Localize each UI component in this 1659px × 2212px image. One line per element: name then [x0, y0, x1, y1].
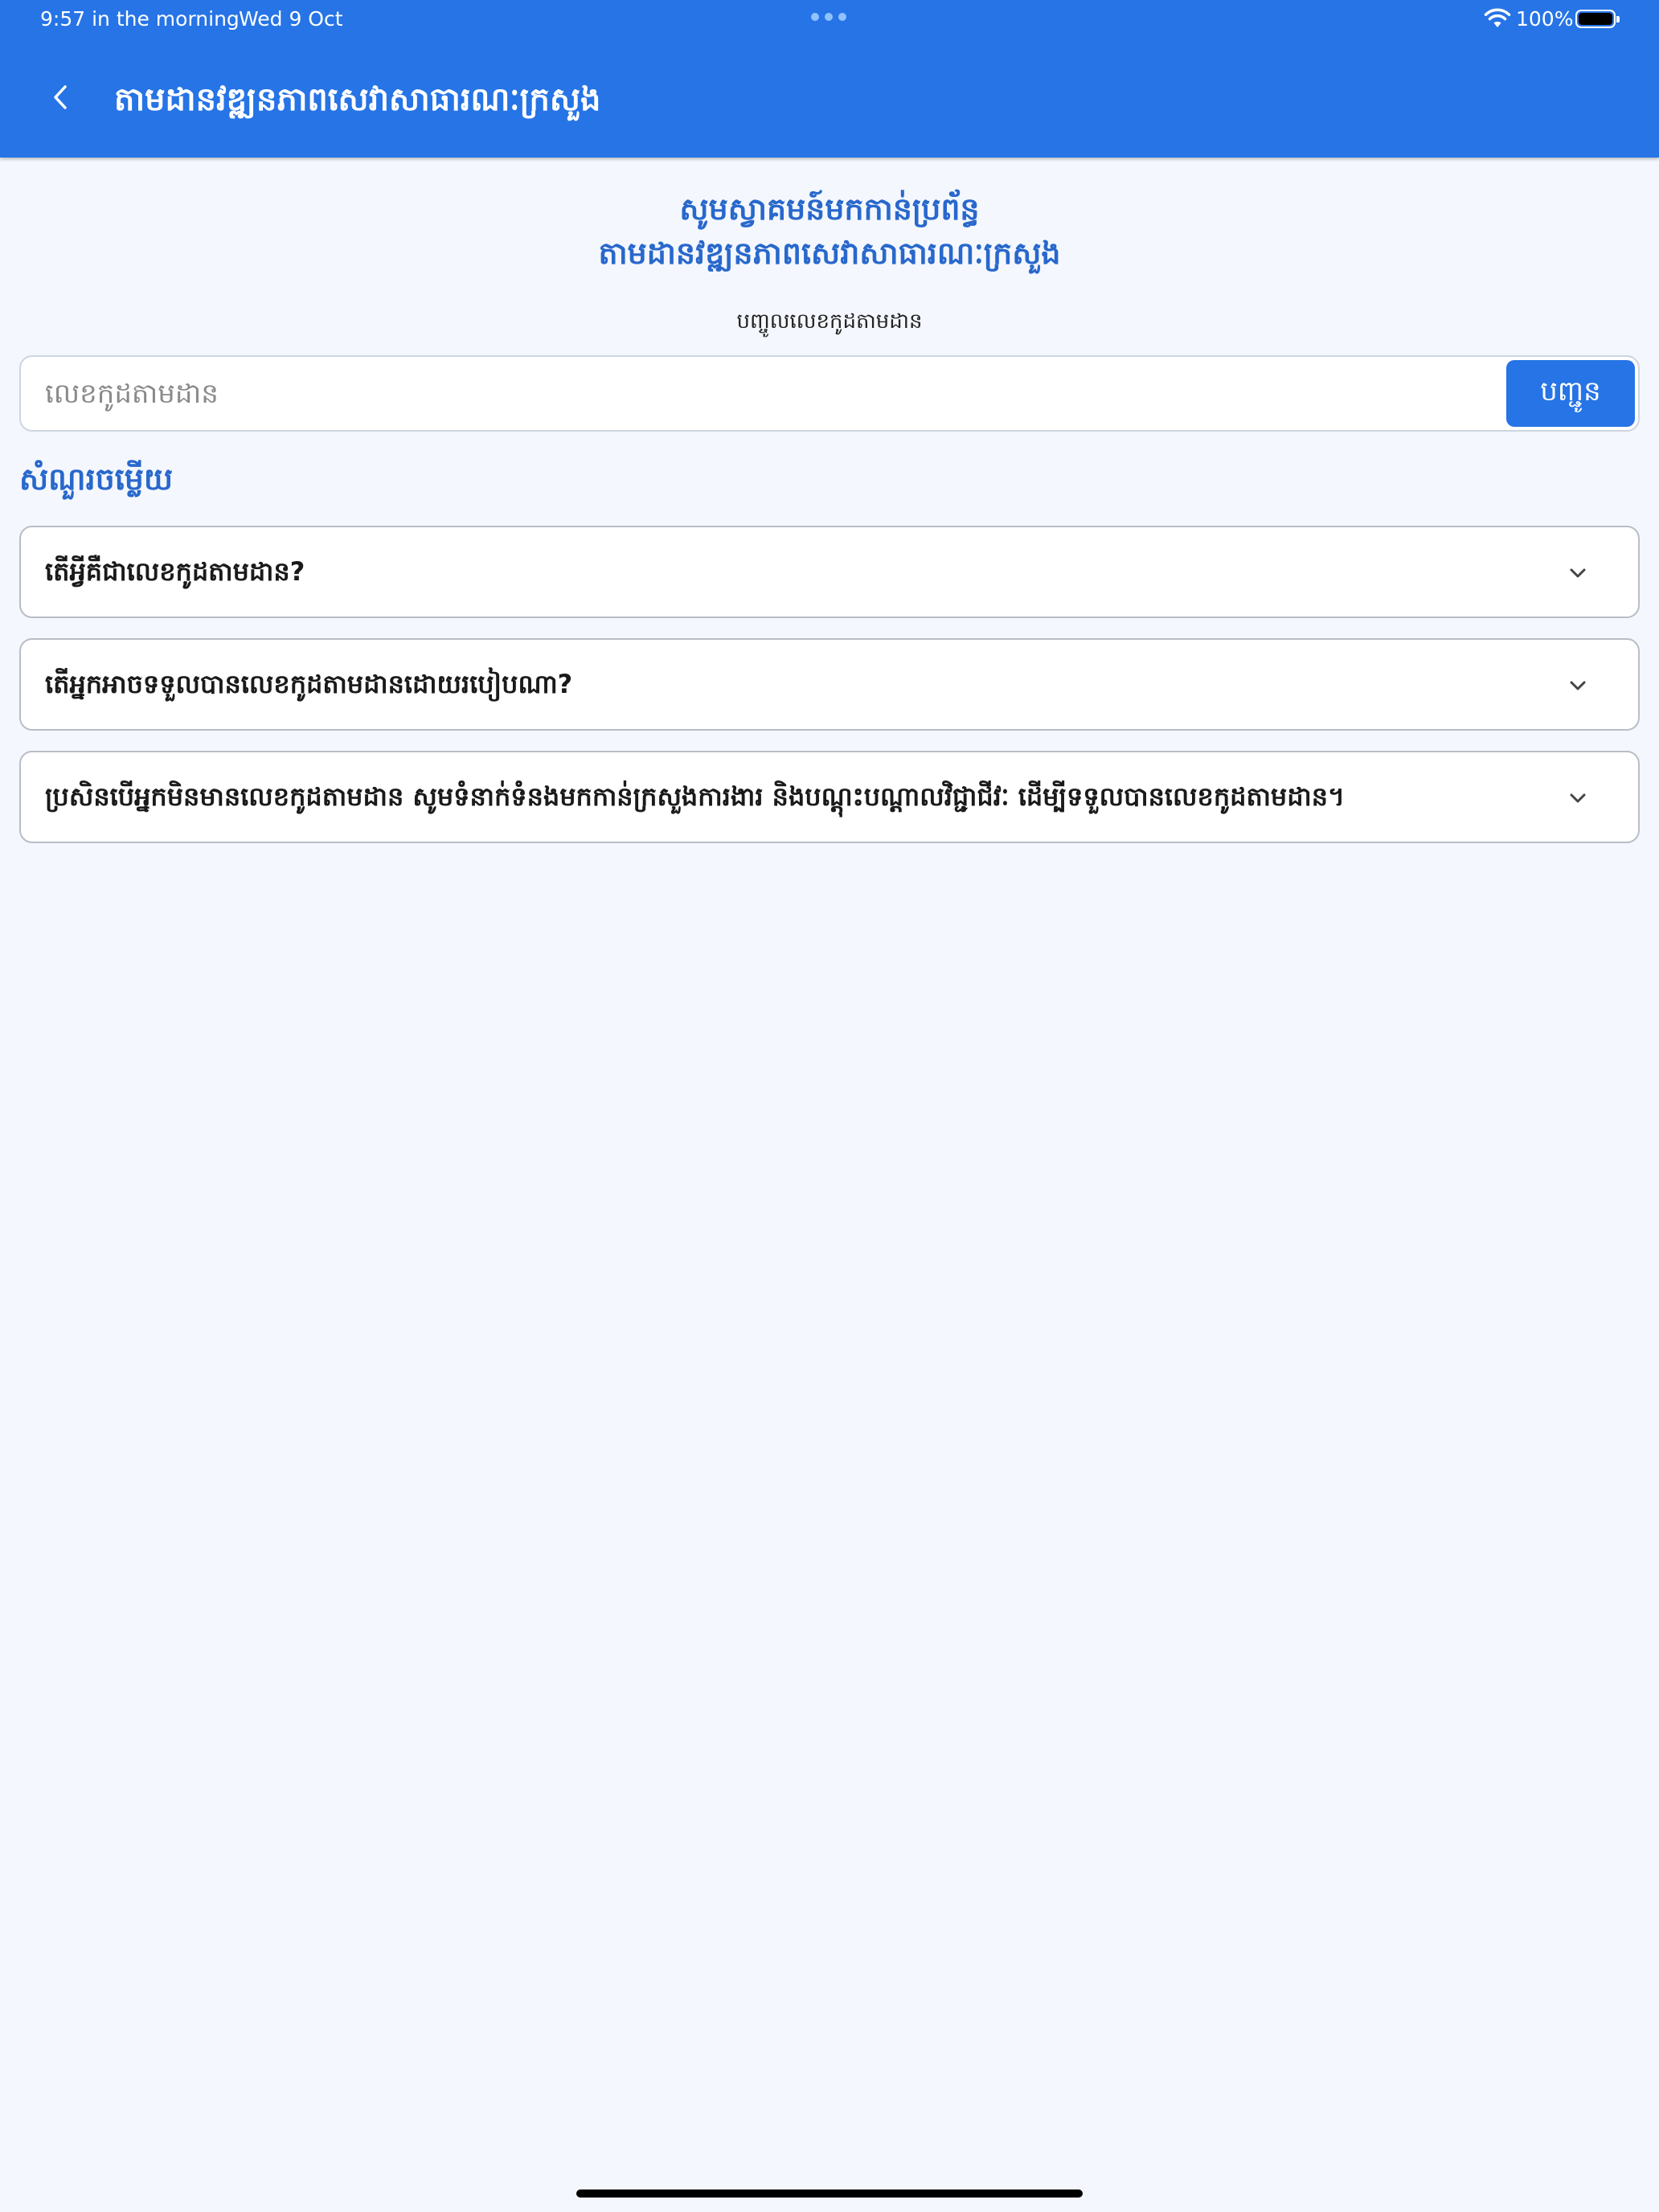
status-bar: 9:57 in the morning Wed 9 Oct 100%: [0, 0, 1659, 37]
home-indicator[interactable]: [576, 2189, 1083, 2198]
page-title: តាមដានវឌ្ឍនភាពសេវាសាធារណៈក្រសួង: [114, 81, 601, 118]
back-button[interactable]: [40, 77, 80, 117]
tracking-code-input[interactable]: [45, 368, 1492, 420]
chevron-down-icon: [1570, 681, 1586, 690]
faq-item-how-to-get-code[interactable]: តើអ្នកអាចទទួលបានលេខកូដតាមដានដោយរបៀបណា?: [19, 638, 1640, 731]
battery-percent: 100%: [1516, 7, 1574, 31]
chevron-down-icon: [1570, 793, 1586, 803]
status-time: 9:57 in the morning: [40, 7, 240, 31]
battery-icon: [1575, 10, 1620, 28]
welcome-heading: សូមស្វាគមន៍មកកាន់ប្រព័ន្ធ តាមដានវឌ្ឍនភាព…: [0, 187, 1659, 276]
faq-question: តើអ្នកអាចទទួលបានលេខកូដតាមដានដោយរបៀបណា?: [45, 669, 573, 699]
faq-question: តើអ្វីគឺជាលេខកូដតាមដាន?: [45, 556, 305, 587]
faq-item-what-is-code[interactable]: តើអ្វីគឺជាលេខកូដតាមដាន?: [19, 526, 1640, 618]
faq-question: ប្រសិនបើអ្នកមិនមានលេខកូដតាមដាន សូមទំនាក់…: [45, 781, 1346, 812]
tracking-search-form: បញ្ជូន: [19, 355, 1640, 432]
tracking-code-label: បញ្ចូលលេខកូដតាមដាន: [736, 309, 923, 334]
faq-heading: សំណួរចម្លើយ: [19, 461, 174, 497]
welcome-line-1: សូមស្វាគមន៍មកកាន់ប្រព័ន្ធ: [679, 191, 980, 227]
submit-button[interactable]: បញ្ជូន: [1506, 360, 1635, 427]
chevron-down-icon: [1570, 568, 1586, 578]
wifi-icon: [1484, 8, 1511, 27]
nav-bar: តាមដានវឌ្ឍនភាពសេវាសាធារណៈក្រសួង: [0, 56, 1659, 149]
faq-item-no-code[interactable]: ប្រសិនបើអ្នកមិនមានលេខកូដតាមដាន សូមទំនាក់…: [19, 751, 1640, 843]
multitasking-dots-icon[interactable]: [811, 13, 846, 21]
status-date: Wed 9 Oct: [239, 7, 343, 31]
chevron-left-icon: [54, 85, 67, 109]
welcome-line-2: តាមដានវឌ្ឍនភាពសេវាសាធារណៈក្រសួង: [598, 236, 1061, 271]
app-header: 9:57 in the morning Wed 9 Oct 100% តាមដា…: [0, 0, 1659, 158]
